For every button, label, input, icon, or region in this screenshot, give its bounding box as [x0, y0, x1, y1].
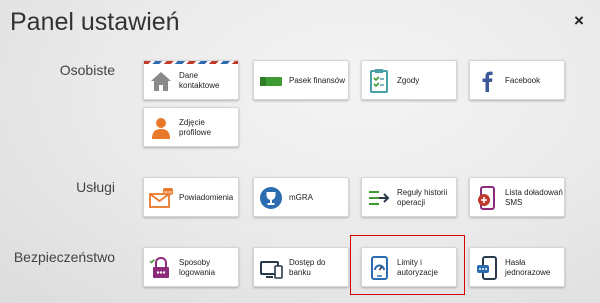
tile-label: Lista doładowań SMS	[505, 188, 563, 207]
person-icon	[152, 118, 170, 139]
tile-label: Powiadomienia	[179, 193, 234, 202]
tile-sms-topups[interactable]: Lista doładowań SMS	[469, 177, 565, 217]
tile-one-time-passwords[interactable]: Hasła jednorazowe	[469, 247, 565, 287]
highlight-box	[350, 235, 465, 295]
tile-label: Pasek finansów	[289, 76, 346, 85]
bar-icon	[260, 77, 282, 86]
envelope-icon: SMS	[149, 188, 173, 208]
tile-notifications[interactable]: SMS Powiadomienia	[143, 177, 239, 217]
tile-consents[interactable]: Zgody	[361, 60, 457, 100]
arrows-rules-icon	[369, 191, 390, 205]
phone-message-icon	[477, 256, 497, 280]
facebook-icon	[482, 71, 493, 92]
tile-label: Reguły historii operacji	[397, 188, 448, 207]
tile-label: Facebook	[505, 76, 541, 85]
tile-label: Hasła jednorazowe	[505, 258, 551, 277]
page-title: Panel ustawień	[10, 8, 180, 36]
tile-bank-access[interactable]: Dostęp do banku	[253, 247, 349, 287]
tile-label: Zdjęcie profilowe	[179, 118, 212, 137]
tile-login-methods[interactable]: Sposoby logowania	[143, 247, 239, 287]
section-label-security: Bezpieczeństwo	[13, 249, 115, 265]
devices-icon	[260, 261, 283, 279]
house-icon	[151, 72, 171, 91]
trophy-icon	[260, 187, 282, 209]
tile-label: mGRA	[289, 193, 313, 202]
clipboard-check-icon	[370, 69, 388, 93]
svg-text:SMS: SMS	[164, 190, 173, 195]
phone-plus-icon	[478, 186, 495, 210]
section-label-services: Usługi	[76, 179, 115, 195]
tile-label: Sposoby logowania	[179, 258, 216, 277]
tile-profile-photo[interactable]: Zdjęcie profilowe	[143, 107, 239, 147]
tile-finance-bar[interactable]: Pasek finansów	[253, 60, 349, 100]
tile-facebook[interactable]: Facebook	[469, 60, 565, 100]
tile-label: Dane kontaktowe	[179, 71, 220, 90]
tile-contact-details[interactable]: Dane kontaktowe	[143, 60, 239, 100]
padlock-icon	[149, 256, 169, 278]
tile-mgra[interactable]: mGRA	[253, 177, 349, 217]
tile-history-rules[interactable]: Reguły historii operacji	[361, 177, 457, 217]
tile-label: Zgody	[397, 76, 420, 85]
tile-label: Dostęp do banku	[289, 258, 326, 277]
section-label-personal: Osobiste	[59, 62, 115, 78]
close-button[interactable]: ×	[574, 12, 584, 30]
